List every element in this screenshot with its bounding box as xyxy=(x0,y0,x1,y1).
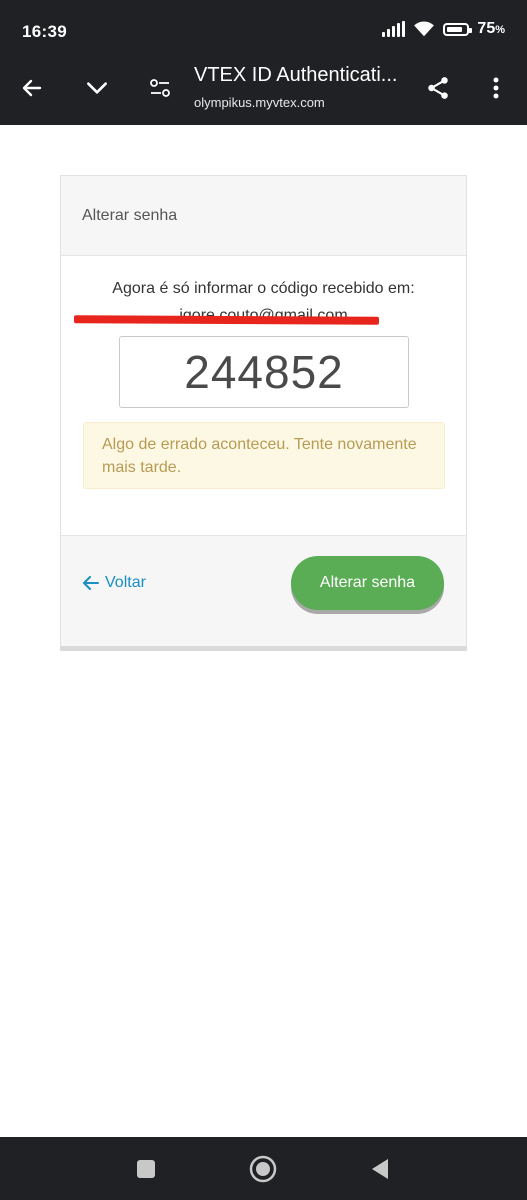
system-nav-bar xyxy=(0,1137,527,1200)
chevron-down-icon[interactable] xyxy=(79,70,115,106)
change-password-button[interactable]: Alterar senha xyxy=(291,556,444,610)
more-vert-icon[interactable] xyxy=(478,70,514,106)
signal-icon xyxy=(382,21,406,37)
card-header: Alterar senha xyxy=(61,176,466,256)
code-input[interactable] xyxy=(119,336,409,408)
back-link[interactable]: Voltar xyxy=(83,574,146,592)
battery-icon xyxy=(443,22,473,36)
error-alert: Algo de errado aconteceu. Tente novament… xyxy=(83,422,445,489)
status-icons: 75% xyxy=(382,20,505,38)
triangle-back-icon[interactable] xyxy=(366,1155,394,1183)
card-body: Agora é só informar o código recebido em… xyxy=(61,256,466,535)
browser-toolbar: VTEX ID Authenticati... olympikus.myvtex… xyxy=(0,52,527,125)
share-icon[interactable] xyxy=(420,70,456,106)
battery-unit: % xyxy=(495,24,505,36)
page-title[interactable]: VTEX ID Authenticati... xyxy=(194,64,409,87)
tune-icon[interactable] xyxy=(142,70,178,106)
arrow-left-icon xyxy=(83,576,99,590)
square-icon[interactable] xyxy=(132,1155,160,1183)
battery-percent: 75 xyxy=(477,20,496,37)
instruction-text: Agora é só informar o código recebido em… xyxy=(112,280,415,297)
back-label: Voltar xyxy=(105,574,146,591)
change-password-card: Alterar senha Agora é só informar o códi… xyxy=(60,175,467,651)
page-url[interactable]: olympikus.myvtex.com xyxy=(194,95,325,110)
arrow-left-icon[interactable] xyxy=(14,70,50,106)
status-time: 16:39 xyxy=(22,22,67,41)
redaction-mark xyxy=(73,315,380,325)
status-bar: 16:39 75% xyxy=(0,0,527,52)
wifi-icon xyxy=(414,21,435,37)
circle-icon[interactable] xyxy=(249,1155,277,1183)
card-footer: Voltar Alterar senha xyxy=(61,535,466,646)
